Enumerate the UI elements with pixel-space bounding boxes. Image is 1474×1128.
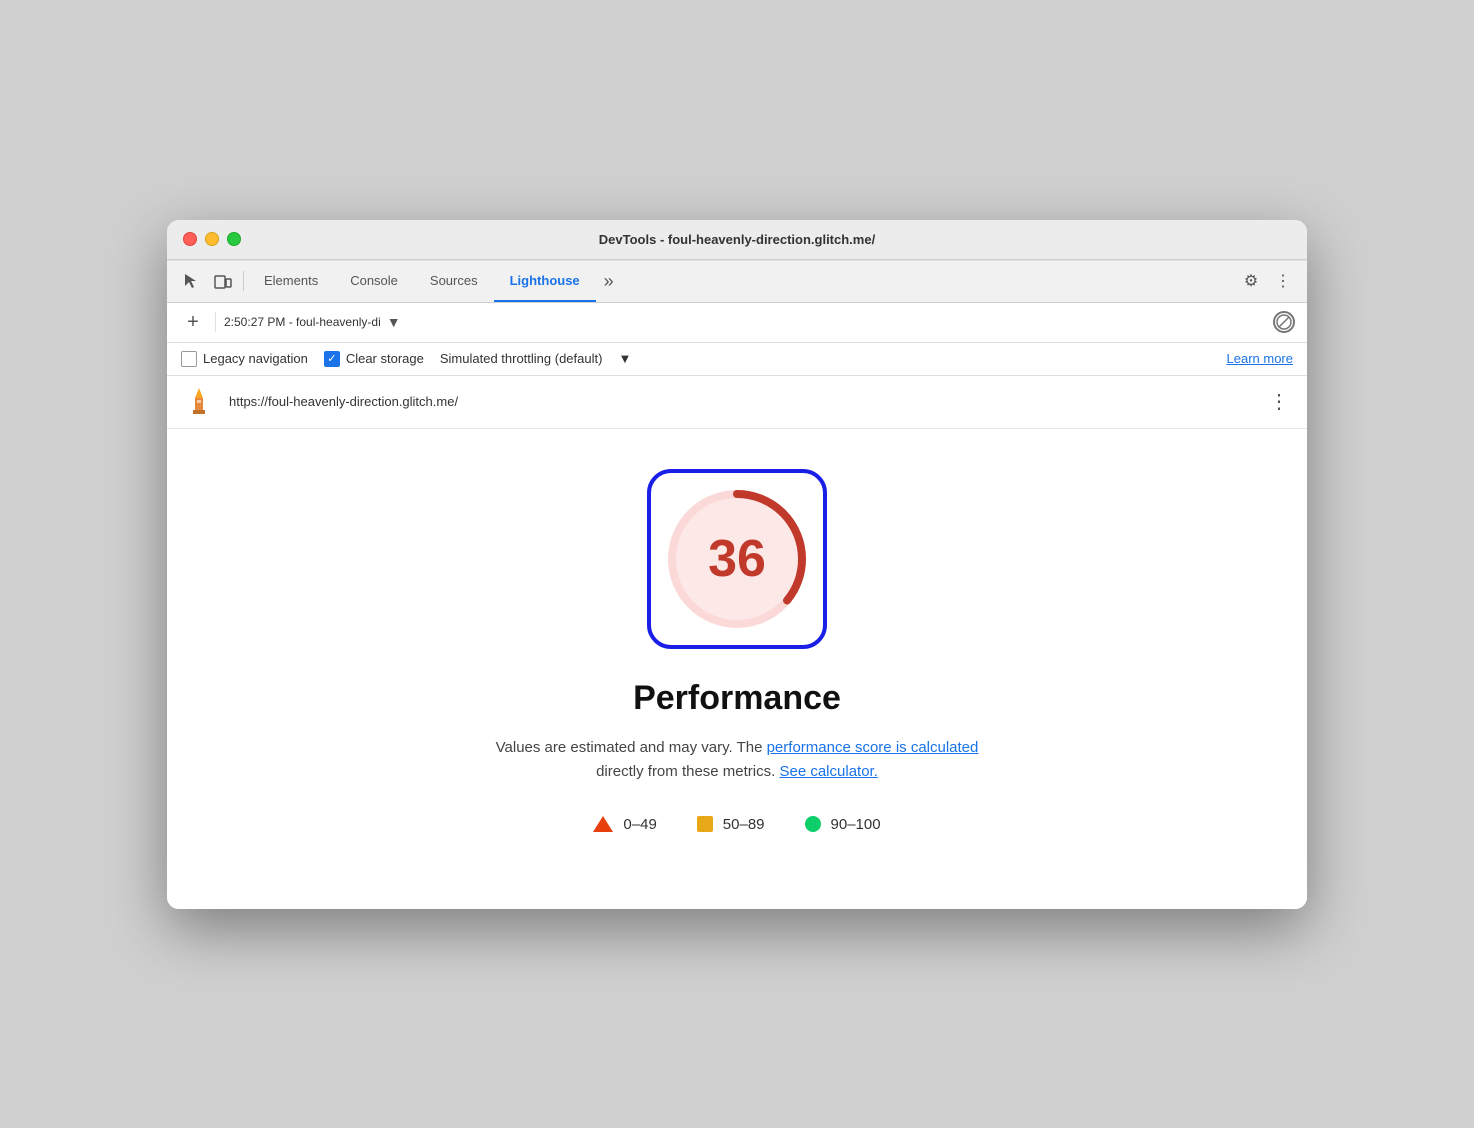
- clear-storage-checkbox[interactable]: ✓: [324, 351, 340, 367]
- lighthouse-favicon: [181, 384, 217, 420]
- throttling-label: Simulated throttling (default): [440, 351, 603, 366]
- average-icon: [697, 816, 713, 832]
- score-value: 36: [708, 529, 766, 589]
- legend-item-poor: 0–49: [593, 816, 656, 833]
- device-toggle-button[interactable]: [207, 265, 239, 297]
- no-entry-button[interactable]: [1273, 311, 1295, 333]
- title-bar: DevTools - foul-heavenly-direction.glitc…: [167, 220, 1307, 260]
- url-more-button[interactable]: ⋮: [1265, 388, 1293, 416]
- calculator-link[interactable]: See calculator.: [779, 763, 877, 780]
- performance-title: Performance: [633, 679, 841, 718]
- legend-item-average: 50–89: [697, 816, 765, 833]
- devtools-panel: Elements Console Sources Lighthouse » ⚙ …: [167, 260, 1307, 909]
- settings-button[interactable]: ⚙: [1235, 265, 1267, 297]
- traffic-lights: [183, 232, 241, 246]
- options-bar: Legacy navigation ✓ Clear storage Simula…: [167, 343, 1307, 376]
- toolbar-divider: [215, 312, 216, 332]
- learn-more-link[interactable]: Learn more: [1227, 351, 1293, 366]
- score-circle: 36: [672, 494, 802, 624]
- url-text: https://foul-heavenly-direction.glitch.m…: [229, 394, 1253, 409]
- score-card: 36: [647, 469, 827, 649]
- add-button[interactable]: +: [179, 308, 207, 336]
- tab-lighthouse[interactable]: Lighthouse: [494, 260, 596, 302]
- legend: 0–49 50–89 90–100: [593, 816, 880, 833]
- legend-item-good: 90–100: [805, 816, 881, 833]
- legacy-navigation-checkbox[interactable]: [181, 351, 197, 367]
- throttling-dropdown[interactable]: ▼: [618, 351, 631, 366]
- performance-description: Values are estimated and may vary. The p…: [496, 736, 979, 784]
- tab-sources[interactable]: Sources: [414, 260, 494, 302]
- good-icon: [805, 816, 821, 832]
- more-options-button[interactable]: ⋮: [1267, 265, 1299, 297]
- url-dropdown[interactable]: ▼: [387, 314, 401, 330]
- toolbar: + 2:50:27 PM - foul-heavenly-di ▼: [167, 303, 1307, 343]
- tab-divider: [243, 271, 244, 291]
- minimize-button[interactable]: [205, 232, 219, 246]
- select-tool-button[interactable]: [175, 265, 207, 297]
- window-title: DevTools - foul-heavenly-direction.glitc…: [599, 232, 875, 247]
- maximize-button[interactable]: [227, 232, 241, 246]
- tab-console[interactable]: Console: [334, 260, 414, 302]
- tab-bar: Elements Console Sources Lighthouse » ⚙ …: [167, 261, 1307, 303]
- toolbar-url: 2:50:27 PM - foul-heavenly-di ▼: [224, 314, 1265, 330]
- close-button[interactable]: [183, 232, 197, 246]
- poor-icon: [593, 816, 613, 832]
- clear-storage-option: ✓ Clear storage: [324, 351, 424, 367]
- url-bar: https://foul-heavenly-direction.glitch.m…: [167, 376, 1307, 429]
- legacy-navigation-option: Legacy navigation: [181, 351, 308, 367]
- perf-score-link[interactable]: performance score is calculated: [767, 739, 979, 756]
- devtools-window: DevTools - foul-heavenly-direction.glitc…: [167, 220, 1307, 909]
- more-tabs-button[interactable]: »: [596, 271, 622, 292]
- tab-elements[interactable]: Elements: [248, 260, 334, 302]
- main-content: 36 Performance Values are estimated and …: [167, 429, 1307, 909]
